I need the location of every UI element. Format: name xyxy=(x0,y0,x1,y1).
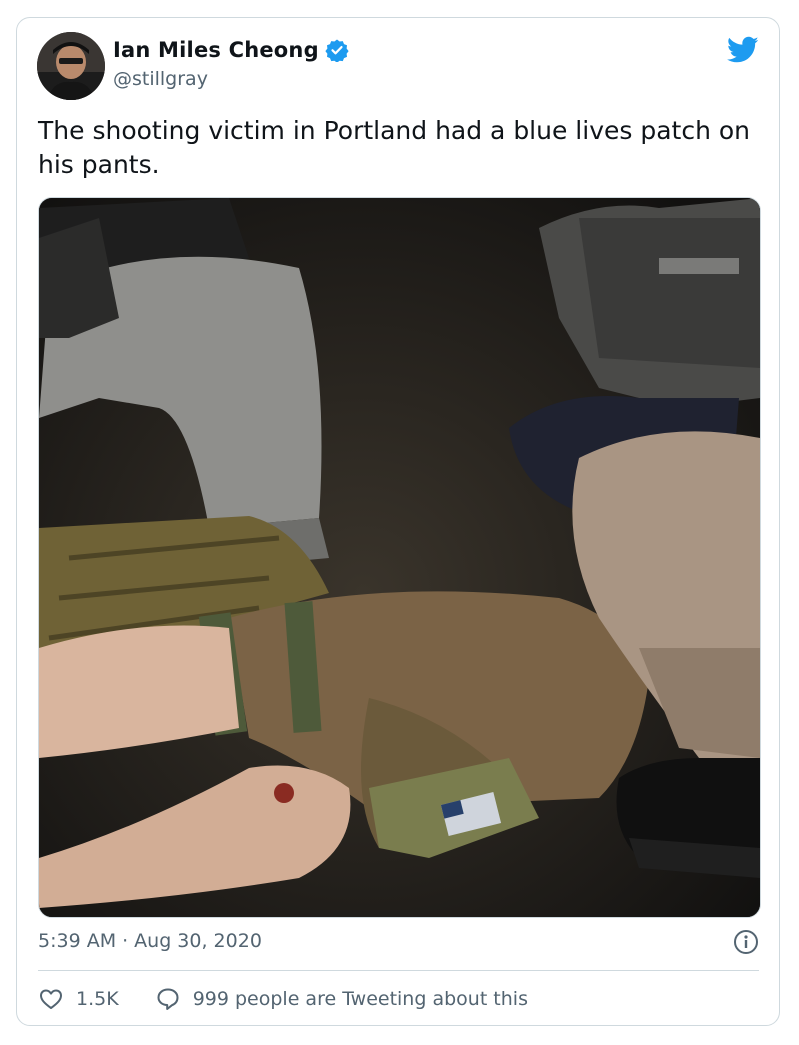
info-icon[interactable] xyxy=(733,929,759,955)
date-separator: · xyxy=(122,930,129,952)
like-button[interactable]: 1.5K xyxy=(38,986,119,1012)
tweet-timestamp[interactable]: 5:39 AM · Aug 30, 2020 xyxy=(38,930,262,952)
author-handle[interactable]: @stillgray xyxy=(113,68,208,90)
tweet-time: 5:39 AM xyxy=(38,930,117,952)
tweet-actions: 1.5K 999 people are Tweeting about this xyxy=(38,986,528,1012)
conversation-text: 999 people are Tweeting about this xyxy=(192,988,528,1010)
tweet-card[interactable]: Ian Miles Cheong @stillgray The shooting… xyxy=(16,17,780,1026)
author-avatar[interactable] xyxy=(37,32,105,100)
like-count: 1.5K xyxy=(76,988,119,1010)
divider xyxy=(38,970,759,971)
tweet-date: Aug 30, 2020 xyxy=(134,930,262,952)
twitter-bird-icon[interactable] xyxy=(727,36,759,64)
tweet-text: The shooting victim in Portland had a bl… xyxy=(38,116,751,179)
conversation-link[interactable]: 999 people are Tweeting about this xyxy=(155,986,528,1012)
tweet-photo[interactable] xyxy=(38,197,761,918)
author-display-name[interactable]: Ian Miles Cheong xyxy=(113,38,319,62)
speech-bubble-icon xyxy=(157,988,179,1010)
heart-icon xyxy=(40,989,62,1009)
verified-badge-icon xyxy=(325,38,349,63)
